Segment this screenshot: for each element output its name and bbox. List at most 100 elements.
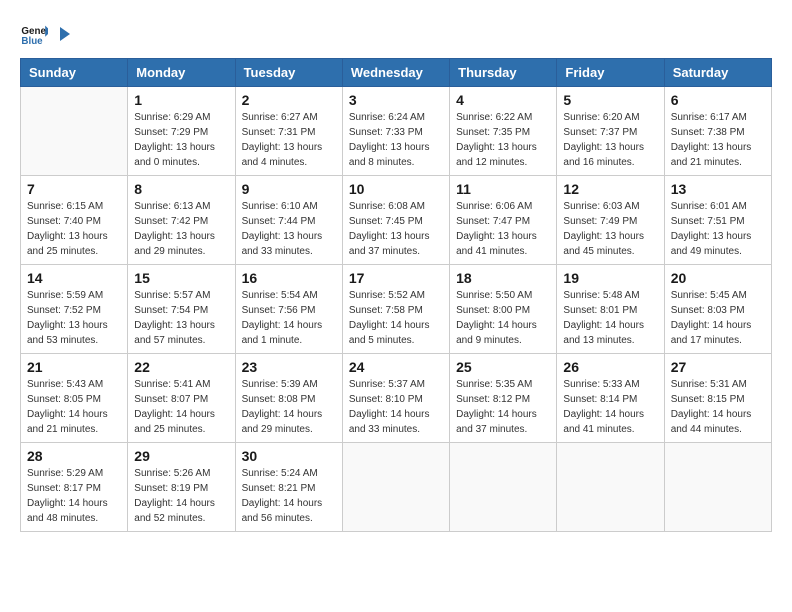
weekday-header: Friday (557, 59, 664, 87)
day-info: Sunrise: 5:24 AM Sunset: 8:21 PM Dayligh… (242, 466, 336, 526)
day-number: 7 (27, 181, 121, 197)
day-number: 27 (671, 359, 765, 375)
day-info: Sunrise: 6:10 AM Sunset: 7:44 PM Dayligh… (242, 199, 336, 259)
calendar-day-cell: 16 Sunrise: 5:54 AM Sunset: 7:56 PM Dayli… (235, 265, 342, 354)
day-number: 14 (27, 270, 121, 286)
day-info: Sunrise: 5:29 AM Sunset: 8:17 PM Dayligh… (27, 466, 121, 526)
day-info: Sunrise: 5:43 AM Sunset: 8:05 PM Dayligh… (27, 377, 121, 437)
day-number: 20 (671, 270, 765, 286)
calendar-day-cell: 18Sunrise: 5:50 AM Sunset: 8:00 PM Dayli… (450, 265, 557, 354)
weekday-header: Thursday (450, 59, 557, 87)
calendar-day-cell: 21 Sunrise: 5:43 AM Sunset: 8:05 PM Dayli… (21, 354, 128, 443)
calendar-week-row: 7 Sunrise: 6:15 AM Sunset: 7:40 PM Daylig… (21, 176, 772, 265)
calendar-day-cell: 8 Sunrise: 6:13 AM Sunset: 7:42 PM Daylig… (128, 176, 235, 265)
calendar-day-cell: 22 Sunrise: 5:41 AM Sunset: 8:07 PM Dayli… (128, 354, 235, 443)
day-info: Sunrise: 5:52 AM Sunset: 7:58 PM Dayligh… (349, 288, 443, 348)
day-number: 8 (134, 181, 228, 197)
calendar-day-cell: 23Sunrise: 5:39 AM Sunset: 8:08 PM Dayli… (235, 354, 342, 443)
calendar-day-cell (557, 443, 664, 532)
day-number: 11 (456, 181, 550, 197)
day-number: 30 (242, 448, 336, 464)
calendar-day-cell: 5 Sunrise: 6:20 AM Sunset: 7:37 PM Daylig… (557, 87, 664, 176)
calendar-day-cell: 9Sunrise: 6:10 AM Sunset: 7:44 PM Daylig… (235, 176, 342, 265)
calendar-week-row: 14 Sunrise: 5:59 AM Sunset: 7:52 PM Dayli… (21, 265, 772, 354)
calendar-day-cell: 4 Sunrise: 6:22 AM Sunset: 7:35 PM Daylig… (450, 87, 557, 176)
calendar-day-cell: 11 Sunrise: 6:06 AM Sunset: 7:47 PM Dayli… (450, 176, 557, 265)
day-info: Sunrise: 6:13 AM Sunset: 7:42 PM Dayligh… (134, 199, 228, 259)
calendar-day-cell (342, 443, 449, 532)
day-info: Sunrise: 6:29 AM Sunset: 7:29 PM Dayligh… (134, 110, 228, 170)
day-number: 13 (671, 181, 765, 197)
calendar-day-cell: 1 Sunrise: 6:29 AM Sunset: 7:29 PM Daylig… (128, 87, 235, 176)
calendar-day-cell: 10 Sunrise: 6:08 AM Sunset: 7:45 PM Dayli… (342, 176, 449, 265)
calendar-day-cell: 17Sunrise: 5:52 AM Sunset: 7:58 PM Dayli… (342, 265, 449, 354)
day-number: 18 (456, 270, 550, 286)
day-number: 21 (27, 359, 121, 375)
weekday-header: Tuesday (235, 59, 342, 87)
calendar-day-cell (664, 443, 771, 532)
day-number: 29 (134, 448, 228, 464)
weekday-header: Wednesday (342, 59, 449, 87)
calendar-day-cell: 7 Sunrise: 6:15 AM Sunset: 7:40 PM Daylig… (21, 176, 128, 265)
calendar-day-cell: 19 Sunrise: 5:48 AM Sunset: 8:01 PM Dayli… (557, 265, 664, 354)
calendar-table: SundayMondayTuesdayWednesdayThursdayFrid… (20, 58, 772, 532)
day-info: Sunrise: 6:17 AM Sunset: 7:38 PM Dayligh… (671, 110, 765, 170)
day-number: 10 (349, 181, 443, 197)
day-number: 6 (671, 92, 765, 108)
calendar-day-cell: 24Sunrise: 5:37 AM Sunset: 8:10 PM Dayli… (342, 354, 449, 443)
logo-icon: General Blue (20, 20, 48, 48)
day-info: Sunrise: 5:41 AM Sunset: 8:07 PM Dayligh… (134, 377, 228, 437)
day-number: 4 (456, 92, 550, 108)
day-number: 26 (563, 359, 657, 375)
calendar-day-cell: 28 Sunrise: 5:29 AM Sunset: 8:17 PM Dayli… (21, 443, 128, 532)
day-info: Sunrise: 6:27 AM Sunset: 7:31 PM Dayligh… (242, 110, 336, 170)
day-info: Sunrise: 5:48 AM Sunset: 8:01 PM Dayligh… (563, 288, 657, 348)
day-info: Sunrise: 6:03 AM Sunset: 7:49 PM Dayligh… (563, 199, 657, 259)
calendar-day-cell: 13 Sunrise: 6:01 AM Sunset: 7:51 PM Dayli… (664, 176, 771, 265)
weekday-header-row: SundayMondayTuesdayWednesdayThursdayFrid… (21, 59, 772, 87)
day-info: Sunrise: 6:01 AM Sunset: 7:51 PM Dayligh… (671, 199, 765, 259)
day-info: Sunrise: 5:54 AM Sunset: 7:56 PM Dayligh… (242, 288, 336, 348)
day-info: Sunrise: 5:37 AM Sunset: 8:10 PM Dayligh… (349, 377, 443, 437)
weekday-header: Sunday (21, 59, 128, 87)
day-info: Sunrise: 5:26 AM Sunset: 8:19 PM Dayligh… (134, 466, 228, 526)
day-info: Sunrise: 6:15 AM Sunset: 7:40 PM Dayligh… (27, 199, 121, 259)
page-header: General Blue (20, 20, 772, 48)
day-number: 23 (242, 359, 336, 375)
day-info: Sunrise: 5:33 AM Sunset: 8:14 PM Dayligh… (563, 377, 657, 437)
day-info: Sunrise: 5:35 AM Sunset: 8:12 PM Dayligh… (456, 377, 550, 437)
day-info: Sunrise: 5:59 AM Sunset: 7:52 PM Dayligh… (27, 288, 121, 348)
calendar-day-cell: 27 Sunrise: 5:31 AM Sunset: 8:15 PM Dayli… (664, 354, 771, 443)
day-info: Sunrise: 6:24 AM Sunset: 7:33 PM Dayligh… (349, 110, 443, 170)
day-number: 16 (242, 270, 336, 286)
calendar-day-cell: 14 Sunrise: 5:59 AM Sunset: 7:52 PM Dayli… (21, 265, 128, 354)
logo-arrow-icon (54, 25, 72, 43)
day-info: Sunrise: 5:45 AM Sunset: 8:03 PM Dayligh… (671, 288, 765, 348)
day-number: 28 (27, 448, 121, 464)
calendar-day-cell: 25 Sunrise: 5:35 AM Sunset: 8:12 PM Dayli… (450, 354, 557, 443)
calendar-day-cell: 30 Sunrise: 5:24 AM Sunset: 8:21 PM Dayli… (235, 443, 342, 532)
weekday-header: Monday (128, 59, 235, 87)
day-info: Sunrise: 6:20 AM Sunset: 7:37 PM Dayligh… (563, 110, 657, 170)
day-number: 1 (134, 92, 228, 108)
day-info: Sunrise: 5:31 AM Sunset: 8:15 PM Dayligh… (671, 377, 765, 437)
day-number: 15 (134, 270, 228, 286)
day-number: 5 (563, 92, 657, 108)
day-info: Sunrise: 6:22 AM Sunset: 7:35 PM Dayligh… (456, 110, 550, 170)
day-info: Sunrise: 6:08 AM Sunset: 7:45 PM Dayligh… (349, 199, 443, 259)
calendar-day-cell: 2Sunrise: 6:27 AM Sunset: 7:31 PM Daylig… (235, 87, 342, 176)
calendar-day-cell: 6 Sunrise: 6:17 AM Sunset: 7:38 PM Daylig… (664, 87, 771, 176)
day-number: 3 (349, 92, 443, 108)
calendar-day-cell: 15Sunrise: 5:57 AM Sunset: 7:54 PM Dayli… (128, 265, 235, 354)
calendar-day-cell: 3 Sunrise: 6:24 AM Sunset: 7:33 PM Daylig… (342, 87, 449, 176)
calendar-week-row: 21 Sunrise: 5:43 AM Sunset: 8:05 PM Dayli… (21, 354, 772, 443)
calendar-day-cell: 29 Sunrise: 5:26 AM Sunset: 8:19 PM Dayli… (128, 443, 235, 532)
svg-text:Blue: Blue (21, 36, 43, 47)
calendar-day-cell: 12Sunrise: 6:03 AM Sunset: 7:49 PM Dayli… (557, 176, 664, 265)
day-number: 22 (134, 359, 228, 375)
day-number: 19 (563, 270, 657, 286)
weekday-header: Saturday (664, 59, 771, 87)
calendar-day-cell: 20 Sunrise: 5:45 AM Sunset: 8:03 PM Dayli… (664, 265, 771, 354)
day-number: 25 (456, 359, 550, 375)
day-info: Sunrise: 6:06 AM Sunset: 7:47 PM Dayligh… (456, 199, 550, 259)
